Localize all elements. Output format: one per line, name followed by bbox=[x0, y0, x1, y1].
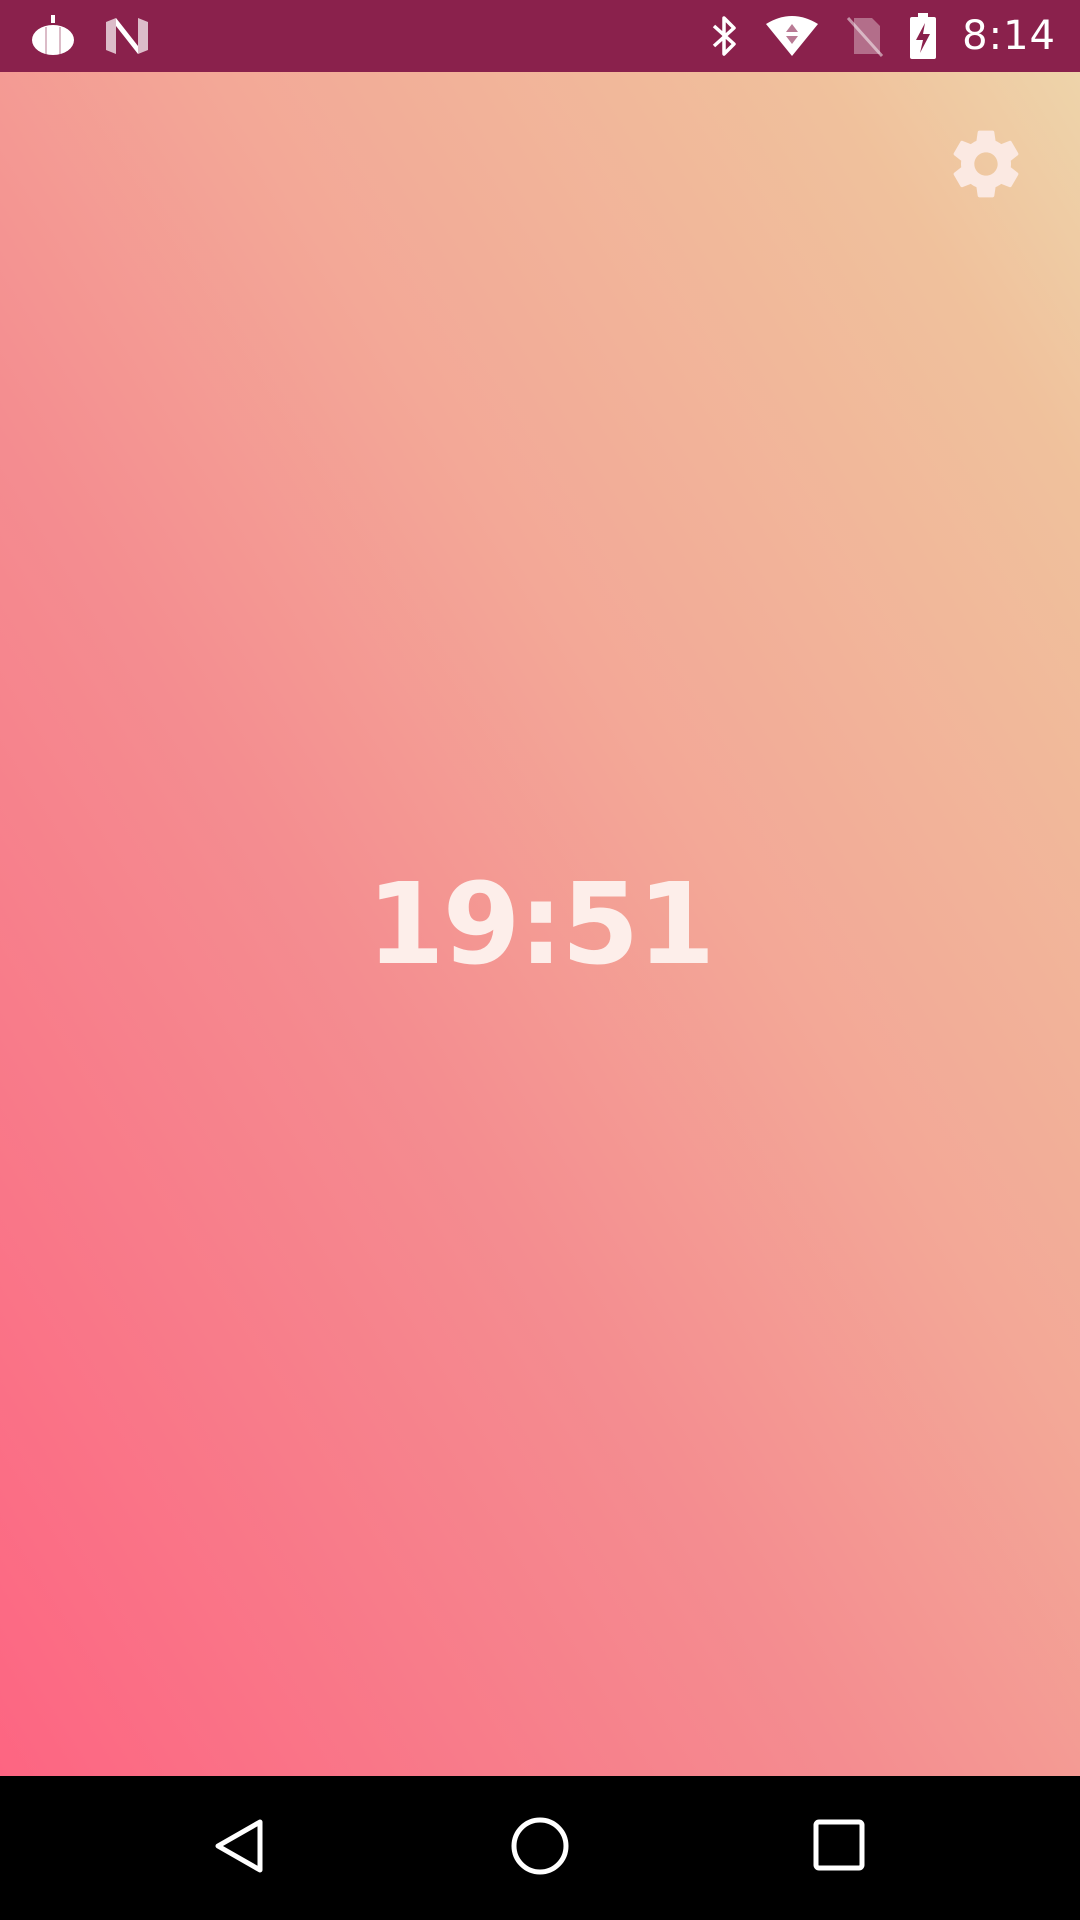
home-button[interactable] bbox=[490, 1798, 590, 1898]
clock-display: 19:51 bbox=[366, 860, 716, 990]
no-sim-icon bbox=[844, 14, 884, 58]
recents-icon bbox=[810, 1816, 870, 1880]
wifi-icon bbox=[764, 14, 820, 58]
status-bar-system: 8:14 bbox=[710, 12, 1056, 60]
back-button[interactable] bbox=[190, 1798, 290, 1898]
bluetooth-icon bbox=[710, 14, 740, 58]
clock-screen: 19:51 bbox=[0, 72, 1080, 1776]
gear-icon bbox=[946, 124, 1026, 208]
pumpkin-icon bbox=[30, 15, 76, 57]
status-bar: 8:14 bbox=[0, 0, 1080, 72]
n-logo-icon bbox=[104, 16, 150, 56]
recents-button[interactable] bbox=[790, 1798, 890, 1898]
status-bar-notifications bbox=[30, 12, 150, 60]
screen: 8:14 19:51 bbox=[0, 0, 1080, 1920]
battery-charging-icon bbox=[908, 13, 938, 59]
settings-button[interactable] bbox=[946, 126, 1026, 206]
home-icon bbox=[510, 1816, 570, 1880]
back-icon bbox=[210, 1816, 270, 1880]
navigation-bar bbox=[0, 1776, 1080, 1920]
status-bar-time: 8:14 bbox=[962, 13, 1056, 59]
